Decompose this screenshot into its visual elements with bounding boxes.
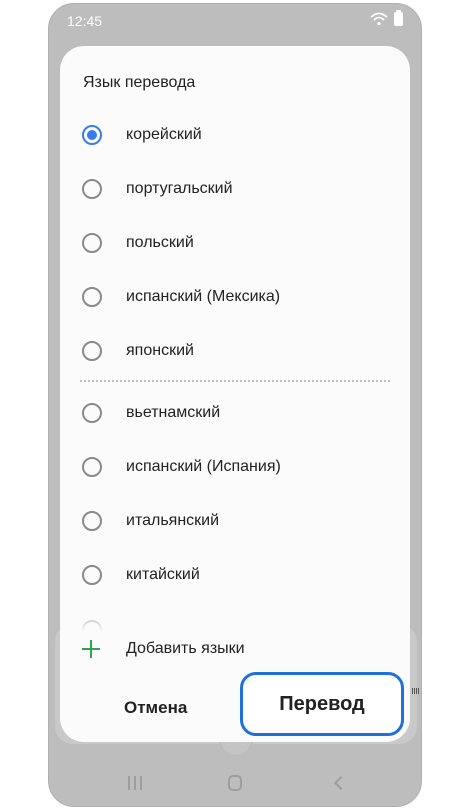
status-icons xyxy=(370,10,403,26)
radio-unchecked-icon[interactable] xyxy=(82,403,102,423)
language-label: польский xyxy=(126,234,194,251)
radio-unchecked-icon[interactable] xyxy=(82,565,102,585)
language-label: итальянский xyxy=(126,512,220,529)
add-languages-button[interactable]: Добавить языки xyxy=(60,632,410,666)
radio-unchecked-icon[interactable] xyxy=(82,179,102,199)
list-divider xyxy=(80,380,390,382)
radio-unchecked-icon[interactable] xyxy=(82,511,102,531)
home-icon[interactable] xyxy=(228,775,242,791)
recent-apps-icon[interactable] xyxy=(128,776,142,790)
translate-button[interactable]: Перевод xyxy=(240,672,404,736)
radio-unchecked-icon[interactable] xyxy=(82,457,102,477)
language-label: португальский xyxy=(126,180,233,197)
language-label: китайский xyxy=(126,566,200,583)
battery-icon xyxy=(394,10,403,26)
language-option-spanish-spain[interactable]: испанский (Испания) xyxy=(60,440,410,494)
radio-unchecked-icon[interactable] xyxy=(82,233,102,253)
translation-language-dialog: Язык перевода корейский португальский по… xyxy=(60,46,410,742)
cancel-button[interactable]: Отмена xyxy=(96,690,216,726)
scroll-fade xyxy=(60,612,410,632)
status-bar: 12:45 xyxy=(49,4,421,38)
language-option-italian[interactable]: итальянский xyxy=(60,494,410,548)
plus-icon xyxy=(82,640,100,658)
language-option-portuguese[interactable]: португальский xyxy=(60,162,410,216)
edge-handle-icon xyxy=(412,688,420,694)
status-time: 12:45 xyxy=(67,13,103,29)
language-option-japanese[interactable]: японский xyxy=(60,324,410,378)
language-option-korean[interactable]: корейский xyxy=(60,108,410,162)
radio-checked-icon[interactable] xyxy=(82,125,102,145)
language-label: японский xyxy=(126,342,194,359)
navigation-bar xyxy=(48,760,422,806)
language-label: испанский (Мексика) xyxy=(126,288,281,305)
radio-unchecked-icon[interactable] xyxy=(82,287,102,307)
radio-unchecked-icon[interactable] xyxy=(82,341,102,361)
language-option-vietnamese[interactable]: вьетнамский xyxy=(60,386,410,440)
dialog-title: Язык перевода xyxy=(83,74,196,91)
language-option-chinese[interactable]: китайский xyxy=(60,548,410,602)
language-label: вьетнамский xyxy=(126,404,221,421)
language-option-polish[interactable]: польский xyxy=(60,216,410,270)
language-option-spanish-mexico[interactable]: испанский (Мексика) xyxy=(60,270,410,324)
language-label: корейский xyxy=(126,126,202,143)
wifi-icon xyxy=(370,12,388,26)
add-languages-label: Добавить языки xyxy=(126,640,245,657)
back-icon[interactable] xyxy=(333,775,349,791)
language-label: испанский (Испания) xyxy=(126,458,281,475)
